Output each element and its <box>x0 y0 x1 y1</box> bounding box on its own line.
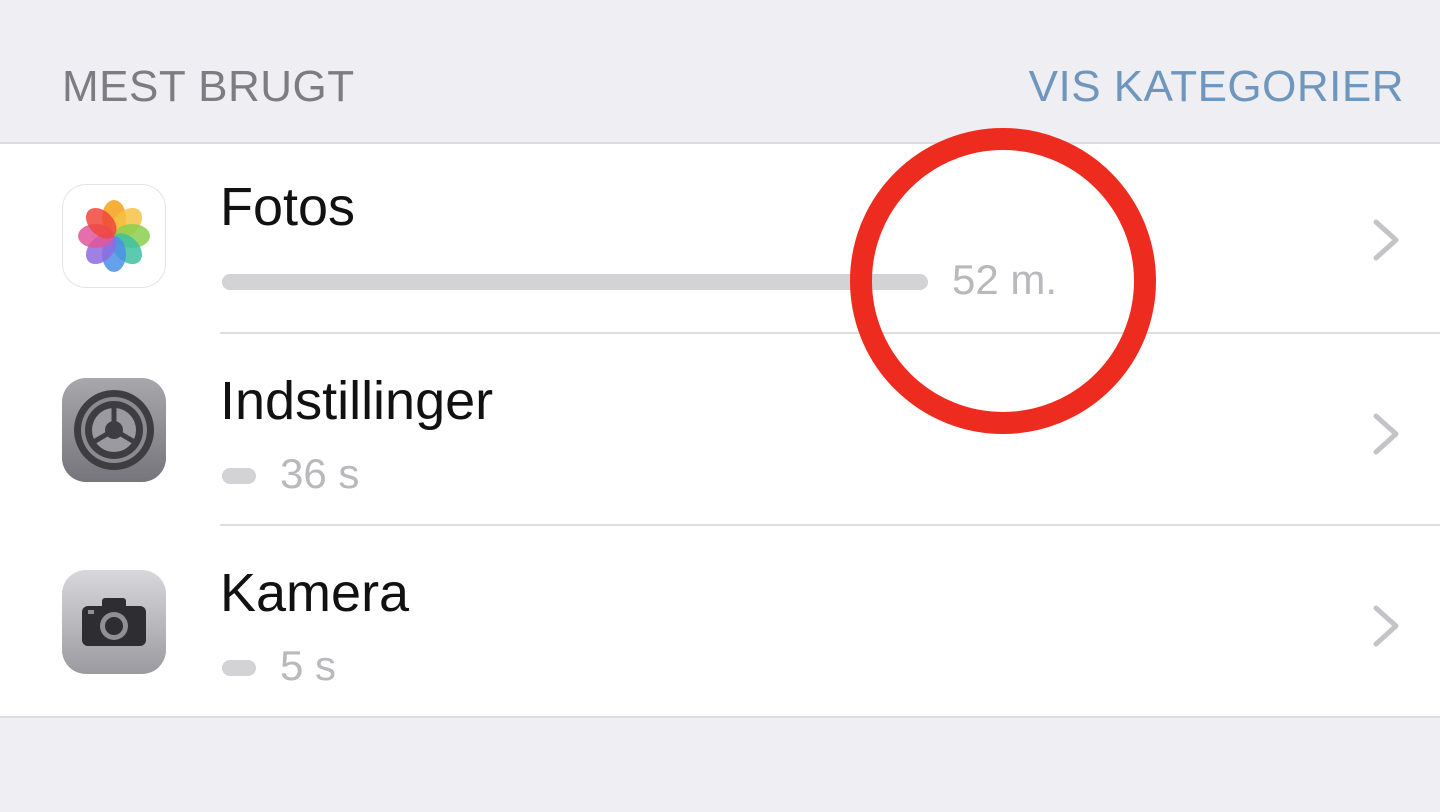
app-name: Fotos <box>220 177 356 237</box>
app-name: Kamera <box>220 563 410 623</box>
section-title: MEST BRUGT <box>62 62 355 111</box>
app-row-camera[interactable]: Kamera 5 s <box>0 528 1440 718</box>
show-categories-button[interactable]: VIS KATEGORIER <box>1029 62 1404 112</box>
photos-icon <box>62 184 166 288</box>
usage-time: 52 m. <box>952 256 1058 303</box>
row-divider <box>220 332 1440 334</box>
screen-time-usage: MEST BRUGT VIS KATEGORIER Fotos 52 m. In… <box>0 0 1440 812</box>
settings-gear-icon <box>62 378 166 482</box>
section-header: MEST BRUGT VIS KATEGORIER <box>0 0 1440 142</box>
row-divider <box>220 524 1440 526</box>
chevron-right-icon <box>1366 596 1406 656</box>
chevron-right-icon <box>1366 210 1406 270</box>
app-row-photos[interactable]: Fotos 52 m. <box>0 144 1440 334</box>
usage-time: 5 s <box>280 642 337 689</box>
usage-bar <box>222 660 256 676</box>
usage-bar <box>222 274 928 290</box>
chevron-right-icon <box>1366 404 1406 464</box>
camera-icon <box>62 570 166 674</box>
app-name: Indstillinger <box>220 371 494 431</box>
usage-time: 36 s <box>280 450 360 497</box>
app-row-settings[interactable]: Indstillinger 36 s <box>0 336 1440 526</box>
usage-bar <box>222 468 256 484</box>
app-usage-list: Fotos 52 m. Indstillinger 36 s Kamera 5 … <box>0 142 1440 718</box>
